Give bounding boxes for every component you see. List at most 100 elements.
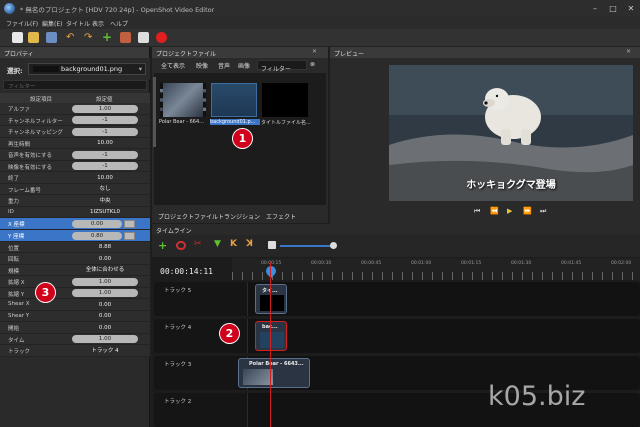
redo-icon[interactable]: ↷ — [84, 32, 95, 43]
razor-icon[interactable]: ✂ — [194, 239, 202, 249]
add-track-icon[interactable]: + — [158, 239, 167, 252]
property-value[interactable]: 1.00 — [72, 277, 138, 286]
clip-background[interactable]: bac... — [255, 321, 287, 351]
property-row[interactable]: 規模 全体に合わせる — [0, 264, 150, 277]
project-files-filter-placeholder: フィルター — [261, 66, 291, 73]
splitter-handle[interactable] — [153, 77, 156, 147]
menu-file[interactable]: ファイル(F) — [6, 19, 38, 28]
menu-help[interactable]: ヘルプ — [110, 19, 128, 28]
open-project-icon[interactable] — [28, 32, 39, 43]
project-files-filter-input[interactable]: フィルター — [257, 60, 307, 73]
property-value[interactable]: 8.88 — [72, 243, 138, 251]
new-project-icon[interactable] — [12, 32, 23, 43]
panel-close-icon[interactable]: ✕ — [312, 48, 317, 55]
property-value[interactable]: 0.00 — [72, 255, 138, 263]
minimize-icon[interactable]: – — [586, 3, 604, 14]
property-row[interactable]: 開始 0.00 — [0, 322, 150, 334]
property-value[interactable]: 0.00 — [72, 312, 138, 320]
property-value[interactable]: なし — [72, 185, 138, 193]
property-value[interactable]: 10.00 — [72, 174, 138, 182]
property-value[interactable]: 1.00 — [72, 289, 138, 298]
next-marker-icon[interactable]: ꓘ — [246, 239, 253, 249]
close-icon[interactable]: ✕ — [622, 3, 640, 14]
property-row[interactable]: ID 1IZSUTKL0 — [0, 206, 150, 219]
property-row[interactable]: Y 座標 0.80 — [0, 230, 150, 242]
property-value[interactable]: 1IZSUTKL0 — [72, 208, 138, 216]
previous-marker-icon[interactable]: K — [230, 239, 237, 249]
tab-image[interactable]: 画像 — [238, 61, 250, 70]
zoom-slider-handle[interactable] — [330, 242, 337, 249]
property-row[interactable]: X 座標 0.00 — [0, 218, 150, 231]
keyframe-icon[interactable] — [124, 219, 135, 228]
track-4[interactable]: トラック 4 bac... 2 — [154, 319, 640, 353]
jump-end-icon[interactable]: ⏭ — [540, 207, 546, 216]
property-row[interactable]: 拡縮 Y 1.00 — [0, 287, 150, 300]
property-value[interactable]: 1.00 — [72, 335, 138, 344]
property-row[interactable]: 再生時間 10.00 — [0, 137, 150, 150]
property-value[interactable]: 0.00 — [72, 324, 138, 332]
clip-polar-bear[interactable]: Polar Bear - 6643... — [238, 358, 310, 388]
property-value[interactable]: 0.80 — [72, 231, 122, 240]
maximize-icon[interactable]: □ — [604, 3, 622, 14]
property-value[interactable]: -1 — [72, 162, 138, 171]
tab-show-all[interactable]: 全て表示 — [161, 61, 185, 70]
property-row[interactable]: トラック トラック 4 — [0, 345, 150, 358]
play-icon[interactable]: ▶ — [507, 207, 512, 215]
property-row[interactable]: 回転 0.00 — [0, 253, 150, 265]
property-value[interactable]: 0.00 — [72, 301, 138, 309]
import-files-icon[interactable]: + — [102, 31, 113, 43]
property-row[interactable]: アルファ 1.00 — [0, 103, 150, 115]
property-row[interactable]: Shear Y 0.00 — [0, 310, 150, 323]
fast-forward-icon[interactable]: ⏩ — [523, 207, 532, 215]
export-video-icon[interactable] — [156, 32, 167, 43]
property-value[interactable]: -1 — [72, 127, 138, 136]
save-project-icon[interactable] — [46, 32, 57, 43]
menu-edit[interactable]: 編集(E) — [42, 19, 62, 28]
file-thumb-background[interactable] — [211, 83, 257, 117]
clip-title[interactable]: タイ... — [255, 284, 287, 314]
track-5[interactable]: トラック 5 タイ... — [154, 282, 640, 316]
tab-effects[interactable]: エフェクト — [266, 212, 296, 221]
tab-video[interactable]: 映像 — [196, 61, 208, 70]
jump-start-icon[interactable]: ⏮ — [474, 207, 480, 216]
rewind-icon[interactable]: ⏪ — [490, 207, 499, 215]
property-value[interactable]: 0.00 — [72, 219, 122, 228]
add-marker-icon[interactable]: ▼ — [214, 239, 221, 249]
choose-profile-icon[interactable] — [120, 32, 131, 43]
property-row[interactable]: フレーム番号 なし — [0, 183, 150, 196]
property-row[interactable]: Shear X 0.00 — [0, 299, 150, 311]
snapping-icon[interactable] — [176, 241, 186, 250]
file-thumb-title[interactable] — [262, 83, 308, 117]
keyframe-icon[interactable] — [124, 231, 135, 240]
property-value[interactable]: 全体に合わせる — [72, 266, 138, 274]
property-value[interactable]: -1 — [72, 116, 138, 125]
property-row[interactable]: タイム 1.00 — [0, 333, 150, 346]
property-value[interactable]: 中央 — [72, 197, 138, 205]
time-ruler[interactable]: 00:00:15 00:00:30 00:00:45 00:01:00 00:0… — [232, 258, 640, 280]
menu-title[interactable]: タイトル — [66, 19, 90, 28]
properties-filter-input[interactable]: フィルター — [3, 80, 147, 90]
file-thumb-polar-bear[interactable] — [160, 83, 206, 117]
property-row[interactable]: 拡縮 X 1.00 — [0, 276, 150, 288]
property-value[interactable]: 10.00 — [72, 139, 138, 147]
clip-select-dropdown[interactable]: background01.png ▾ — [28, 63, 146, 75]
zoom-slider[interactable] — [280, 245, 334, 247]
tab-transitions[interactable]: トランジション — [218, 212, 260, 221]
property-row[interactable]: 位置 8.88 — [0, 241, 150, 254]
property-value[interactable]: トラック 4 — [72, 347, 138, 355]
property-row[interactable]: 重力 中央 — [0, 195, 150, 207]
property-row[interactable]: 終了 10.00 — [0, 172, 150, 184]
property-value[interactable]: -1 — [72, 150, 138, 159]
tab-audio[interactable]: 音声 — [218, 61, 230, 70]
undo-icon[interactable]: ↶ — [66, 32, 77, 43]
preview-close-icon[interactable]: ✕ — [626, 48, 631, 55]
property-value[interactable]: 1.00 — [72, 104, 138, 113]
property-row[interactable]: チャンネルフィルター -1 — [0, 114, 150, 127]
property-row[interactable]: チャンネルマッピング -1 — [0, 126, 150, 138]
property-row[interactable]: 映像を有効にする -1 — [0, 160, 150, 173]
property-row[interactable]: 音声を有効にする -1 — [0, 149, 150, 161]
menu-view[interactable]: 表示 — [92, 19, 104, 28]
tab-project-files[interactable]: プロジェクトファイル — [158, 212, 218, 221]
fullscreen-icon[interactable] — [138, 32, 149, 43]
clear-filter-icon[interactable]: ⊗ — [310, 61, 315, 68]
